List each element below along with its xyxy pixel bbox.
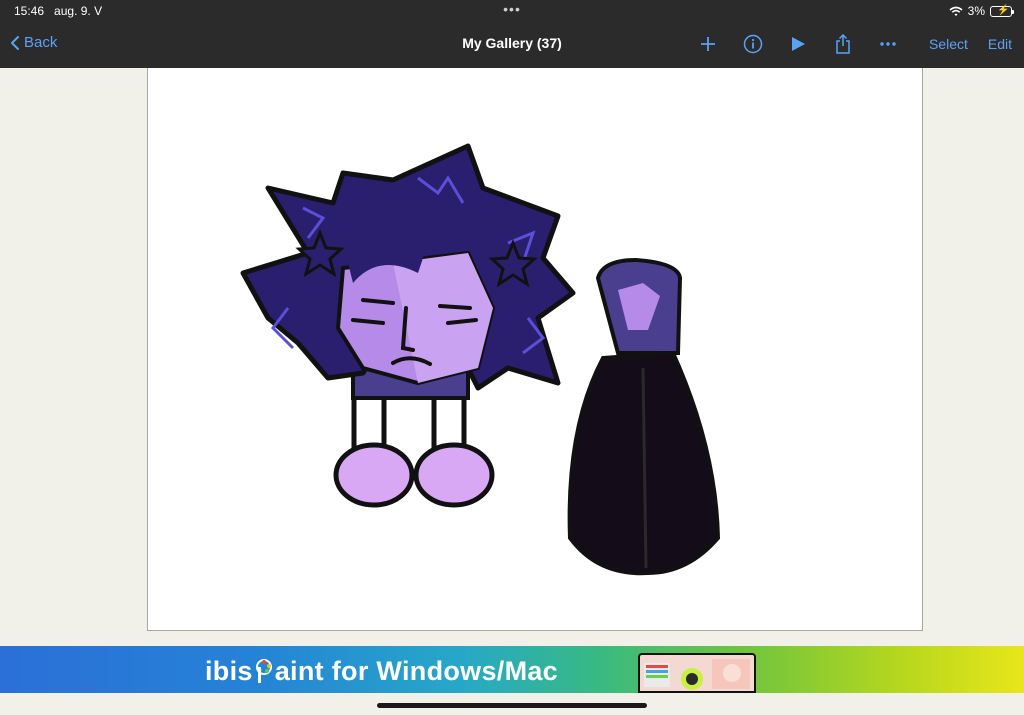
artwork-canvas[interactable] (147, 68, 923, 631)
more-icon (880, 42, 896, 46)
back-button[interactable]: Back (10, 34, 57, 51)
share-icon (836, 34, 850, 54)
banner-text-start: ibis (205, 656, 253, 686)
multitasking-dots-icon[interactable]: ••• (0, 1, 1024, 17)
add-button[interactable] (696, 32, 720, 56)
play-button[interactable] (786, 32, 810, 56)
banner-screenshot-thumbnail (638, 653, 756, 693)
banner-tagline: for Windows/Mac (331, 656, 558, 686)
play-icon (791, 37, 805, 51)
select-button[interactable]: Select (929, 36, 968, 52)
info-icon (743, 34, 763, 54)
battery-percent: 3% (967, 4, 985, 18)
wifi-icon (949, 6, 963, 16)
character-legs (567, 257, 721, 576)
status-right: 3% ⚡ (949, 4, 1014, 18)
more-button[interactable] (876, 32, 900, 56)
artwork-image (240, 143, 721, 576)
banner-text: ibis aint for Windows/Mac (205, 656, 558, 687)
plus-icon (700, 37, 715, 51)
character-feet (333, 380, 495, 508)
paint-logo-icon (255, 659, 272, 683)
banner-text-middle: aint (274, 656, 324, 686)
top-bar: 15:46 aug. 9. V ••• 3% ⚡ Back My Gallery… (0, 0, 1024, 68)
share-button[interactable] (831, 32, 855, 56)
back-label: Back (24, 34, 58, 51)
ad-banner[interactable]: ibis aint for Windows/Mac (0, 646, 1024, 693)
battery-icon: ⚡ (990, 5, 1014, 17)
edit-button[interactable]: Edit (988, 36, 1012, 52)
nav-actions: Select Edit (696, 30, 1012, 58)
info-button[interactable] (741, 32, 765, 56)
home-indicator[interactable] (377, 703, 647, 708)
chevron-left-icon (11, 35, 19, 50)
